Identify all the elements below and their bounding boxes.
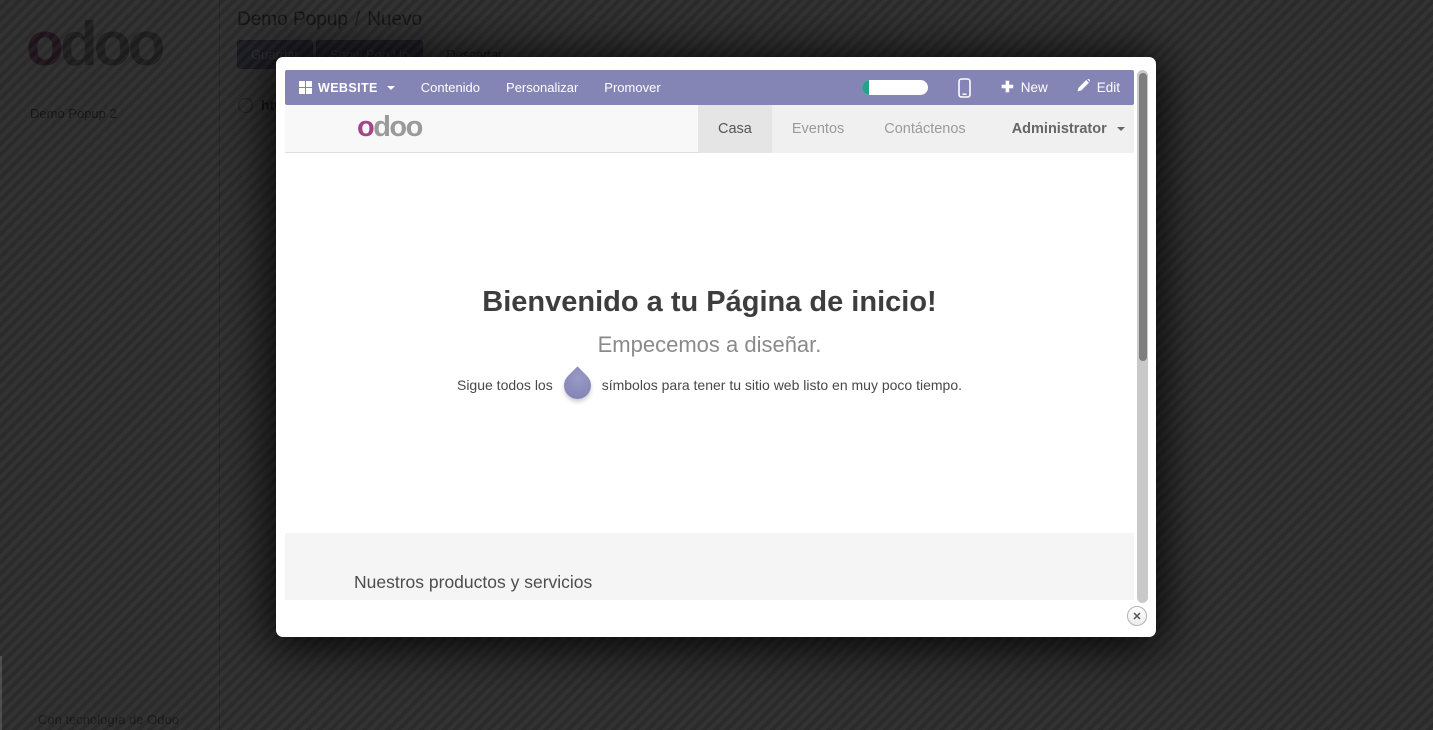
menu-contenido[interactable]: Contenido [421, 80, 480, 95]
tip-text-before: Sigue todos los [457, 377, 553, 393]
products-section: Nuestros productos y servicios [285, 533, 1134, 600]
new-button-label: New [1021, 80, 1048, 95]
user-menu-label: Administrator [1012, 121, 1107, 137]
pencil-icon [1076, 79, 1090, 96]
progress-bar [862, 80, 928, 95]
website-menu-label: WEBSITE [318, 81, 378, 95]
menu-promover[interactable]: Promover [604, 80, 660, 95]
apps-grid-icon [299, 81, 312, 94]
site-preview-area: odoo Casa Eventos Contáctenos Administra… [285, 105, 1134, 600]
toolbar-right-group: ✚ New Edit [862, 78, 1120, 98]
hero-subtitle: Empecemos a diseñar. [285, 332, 1134, 358]
menu-personalizar[interactable]: Personalizar [506, 80, 578, 95]
backdrop-edge-artifact [0, 656, 2, 730]
hero-title-normal: Bienvenido a tu [482, 286, 706, 318]
site-logo-letter: o [357, 111, 373, 143]
user-menu[interactable]: Administrator [1002, 121, 1134, 137]
hero-tip-row: Sigue todos los símbolos para tener tu s… [285, 367, 1134, 403]
chevron-down-icon [387, 86, 395, 90]
progress-fill [862, 80, 869, 95]
tour-indicator-icon[interactable] [558, 366, 596, 404]
site-logo[interactable]: odoo [357, 112, 422, 144]
edit-button-label: Edit [1097, 80, 1120, 95]
site-header: odoo Casa Eventos Contáctenos Administra… [285, 105, 1134, 153]
new-page-button[interactable]: ✚ New [1001, 80, 1048, 95]
website-preview-modal: WEBSITE Contenido Personalizar Promover … [276, 57, 1156, 637]
close-icon[interactable]: ✕ [1127, 606, 1147, 626]
website-editor-toolbar: WEBSITE Contenido Personalizar Promover … [285, 70, 1134, 105]
plus-icon: ✚ [1001, 80, 1014, 95]
chevron-down-icon [1117, 127, 1125, 131]
site-logo-rest: doo [373, 111, 422, 143]
nav-item-casa[interactable]: Casa [698, 105, 772, 153]
hero-title-bold: Página de inicio! [706, 286, 936, 318]
modal-scrollbar-thumb[interactable] [1139, 73, 1147, 361]
site-nav: Casa Eventos Contáctenos Administrator [698, 105, 1134, 153]
edit-button[interactable]: Edit [1076, 79, 1120, 96]
modal-scrollbar-track[interactable] [1137, 70, 1148, 603]
tip-text-after: símbolos para tener tu sitio web listo e… [602, 377, 962, 393]
nav-item-eventos[interactable]: Eventos [772, 105, 864, 153]
nav-item-contactenos[interactable]: Contáctenos [864, 105, 985, 153]
hero-title: Bienvenido a tu Página de inicio! [285, 286, 1134, 319]
products-section-title: Nuestros productos y servicios [285, 533, 1134, 593]
website-menu-button[interactable]: WEBSITE [299, 81, 395, 95]
mobile-preview-icon[interactable] [958, 78, 971, 98]
